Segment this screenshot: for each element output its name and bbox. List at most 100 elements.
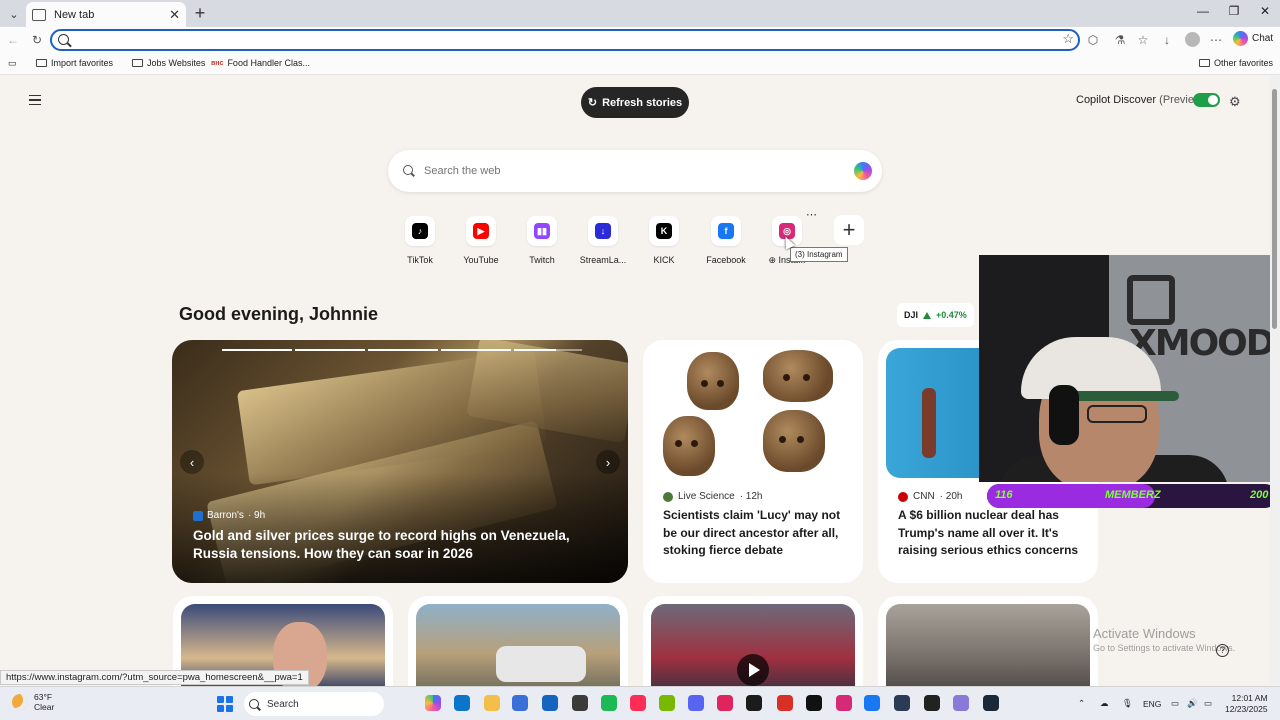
camera-app-icon[interactable] (894, 695, 910, 711)
skull-image (687, 352, 739, 410)
store-app-icon[interactable] (512, 695, 528, 711)
play-video-icon[interactable] (737, 654, 769, 686)
webcam-overlay: XMOOD (979, 255, 1280, 482)
folder-icon (132, 59, 143, 67)
minimize-icon[interactable]: — (1193, 4, 1213, 18)
reload-icon[interactable]: ↻ (28, 31, 46, 49)
new-tab-favicon-icon (32, 8, 46, 21)
barrons-logo-icon (193, 510, 203, 521)
more-menu-icon[interactable]: ⋯ (1207, 31, 1225, 49)
ticker-symbol: DJI (904, 310, 919, 320)
capcut-app-icon[interactable] (924, 695, 940, 711)
menu-hamburger-icon[interactable] (29, 95, 41, 105)
web-search-input[interactable] (424, 163, 824, 179)
game-app-icon[interactable] (717, 695, 733, 711)
favorite-jobs-websites[interactable]: Jobs Websites (132, 58, 205, 68)
news-card-row2-3[interactable] (643, 596, 863, 686)
copilot-chat-button[interactable]: Chat (1233, 31, 1273, 46)
copilot-search-icon[interactable] (854, 162, 872, 180)
news-card-live-science[interactable]: Live Science · 12h Scientists claim 'Luc… (643, 340, 863, 583)
sub-goal-bar: 116 MEMBERZ 200 (987, 484, 1277, 508)
windows-start-icon[interactable] (217, 696, 233, 712)
notepad-app-icon[interactable] (953, 695, 969, 711)
scrollbar-thumb[interactable] (1272, 89, 1277, 329)
quick-link-label: Twitch (529, 255, 555, 265)
back-arrow-icon[interactable]: ← (4, 31, 22, 49)
browser-essentials-icon[interactable]: ⚗ (1111, 31, 1129, 49)
sidebar-toggle-icon[interactable]: ▭ (8, 58, 17, 69)
extensions-icon[interactable]: ⬡ (1084, 31, 1102, 49)
address-input[interactable] (74, 33, 1054, 47)
card-source: Live Science · 12h (663, 491, 763, 502)
tiktok-app-2-icon[interactable] (806, 695, 822, 711)
quick-link-label: StreamLa... (579, 255, 627, 265)
hero-story-card[interactable]: ‹ › Barron's · 9h Gold and silver prices… (172, 340, 628, 583)
quick-link-youtube[interactable]: ▶ YouTube (451, 216, 511, 265)
web-search-box[interactable] (388, 150, 882, 192)
quick-link-facebook[interactable]: f Facebook (696, 216, 756, 265)
tab-close-icon[interactable]: ✕ (169, 7, 180, 23)
quick-link-streamla[interactable]: ↓ StreamLa... (573, 216, 633, 265)
discord-app-icon[interactable] (688, 695, 704, 711)
hero-next-arrow-icon[interactable]: › (596, 450, 620, 474)
settings-gear-icon[interactable]: ⚙ (1229, 94, 1241, 110)
steam-app-icon[interactable] (983, 695, 999, 711)
downloads-icon[interactable]: ↓ (1158, 31, 1176, 49)
outlook-app-icon[interactable] (542, 695, 558, 711)
favorite-import[interactable]: Import favorites (36, 58, 113, 68)
facebook-app-icon[interactable] (864, 695, 880, 711)
favorite-star-icon[interactable]: ☆ (1062, 31, 1074, 47)
tray-chevron-icon[interactable]: ⌃ (1078, 698, 1085, 709)
hero-title[interactable]: Gold and silver prices surge to record h… (193, 527, 613, 563)
tab-actions-chevron-icon[interactable]: ⌄ (5, 5, 23, 23)
activate-windows-title: Activate Windows (1093, 626, 1196, 641)
media-app-icon[interactable] (572, 695, 588, 711)
news-card-row2-4[interactable] (878, 596, 1098, 686)
copilot-discover-toggle[interactable] (1193, 93, 1220, 107)
refresh-stories-button[interactable]: ↻ Refresh stories (581, 87, 689, 118)
quick-link-kick[interactable]: K KICK (634, 216, 694, 265)
close-window-icon[interactable]: ✕ (1255, 4, 1275, 18)
network-icon[interactable]: ▭ (1171, 698, 1179, 709)
profile-avatar[interactable] (1185, 32, 1200, 47)
card-title[interactable]: A $6 billion nuclear deal has Trump's na… (898, 507, 1083, 560)
new-tab-plus-icon[interactable]: + (192, 3, 208, 23)
restore-icon[interactable]: ❐ (1224, 4, 1244, 18)
file-explorer-app-icon[interactable] (484, 695, 500, 711)
hero-prev-arrow-icon[interactable]: ‹ (180, 450, 204, 474)
news-card-row2-2[interactable] (408, 596, 628, 686)
quick-link-twitch[interactable]: ▮▮ Twitch (512, 216, 572, 265)
add-shortcut-button[interactable]: + (834, 215, 864, 245)
weather-widget[interactable]: 63°F Clear (12, 692, 54, 712)
cnn-logo-icon (898, 491, 908, 502)
battery-icon[interactable]: ▭ (1204, 698, 1212, 709)
food-handler-favicon-icon: ʙʜᴄ (211, 59, 224, 67)
favorites-icon[interactable]: ☆ (1134, 31, 1152, 49)
spotify-app-icon[interactable] (601, 695, 617, 711)
page-scrollbar[interactable] (1270, 75, 1280, 685)
taskbar-search[interactable]: Search (244, 692, 384, 716)
taskbar-clock[interactable]: 12:01 AM 12/23/2025 (1225, 693, 1268, 715)
volume-icon[interactable]: 🔊 (1187, 698, 1198, 709)
address-bar[interactable]: ☆ (50, 29, 1080, 51)
edge-app-icon[interactable] (454, 695, 470, 711)
other-favorites[interactable]: Other favorites (1199, 58, 1273, 68)
tab-new-tab[interactable]: New tab ✕ (26, 2, 186, 27)
car-image (416, 604, 620, 686)
nvidia-app-icon[interactable] (659, 695, 675, 711)
help-icon[interactable]: ? (1216, 644, 1229, 657)
kick-app-icon[interactable] (746, 695, 762, 711)
favorite-food-handler[interactable]: ʙʜᴄ Food Handler Clas... (211, 58, 310, 68)
tile-more-icon[interactable]: ⋯ (806, 208, 817, 221)
instagram-app-icon[interactable] (836, 695, 852, 711)
stock-ticker[interactable]: DJI +0.47% (897, 303, 974, 327)
chrome-app-icon[interactable] (777, 695, 793, 711)
story-progress (222, 349, 292, 351)
card-title[interactable]: Scientists claim 'Lucy' may not be our d… (663, 507, 848, 560)
microphone-icon[interactable]: 🎙 (1122, 698, 1133, 709)
language-indicator[interactable]: ENG (1143, 699, 1161, 709)
tray-app-icon[interactable]: ☁ (1100, 698, 1109, 709)
quick-link-tiktok[interactable]: ♪ TikTok (390, 216, 450, 265)
tiktok-app-icon[interactable] (630, 695, 646, 711)
copilot-app-icon[interactable] (425, 695, 441, 711)
